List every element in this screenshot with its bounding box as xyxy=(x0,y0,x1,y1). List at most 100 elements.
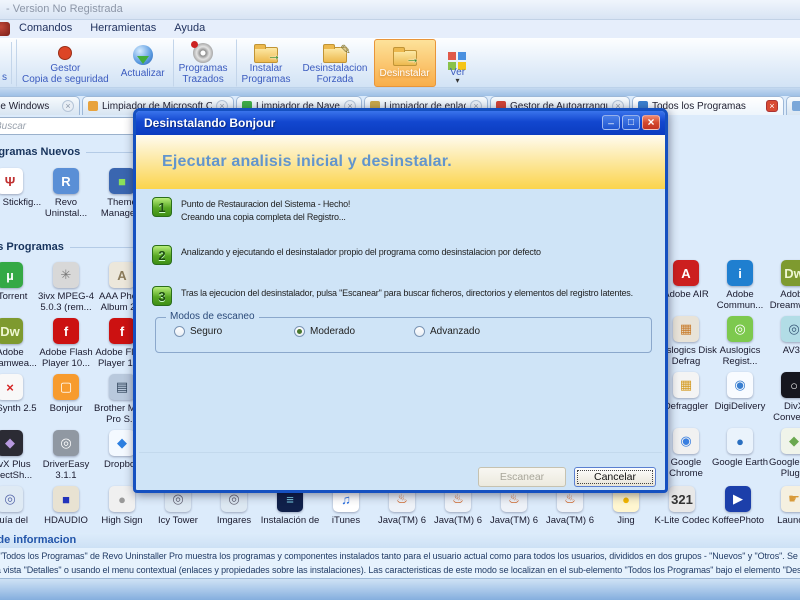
program-item[interactable]: Dw Adobe Dreamwea... xyxy=(0,316,38,372)
toolbar-button[interactable]: Actualizar ▾ xyxy=(115,39,171,87)
step-row: 1 Punto de Restauracion del Sistema - He… xyxy=(152,197,655,224)
program-item[interactable]: i Adobe Commun... xyxy=(713,258,767,314)
program-label: Revo Uninstal... xyxy=(44,197,88,219)
program-label: High Sign xyxy=(101,515,143,526)
program-icon: R xyxy=(53,168,79,194)
disc-icon xyxy=(191,40,214,63)
toolbar-button[interactable]: Gestor Copia de seguridad ▾ xyxy=(16,39,115,87)
program-icon: ● xyxy=(109,486,135,512)
program-item[interactable]: ◆ Google Talk Plugin xyxy=(767,426,800,482)
program-item[interactable]: ◎ DriverEasy 3.1.1 xyxy=(38,428,94,484)
program-item[interactable]: ◎ AV30 xyxy=(767,314,800,370)
folder-pencil-icon xyxy=(322,42,351,63)
program-icon: ◉ xyxy=(673,428,699,454)
radio-icon[interactable] xyxy=(294,326,305,337)
scan-mode-radio[interactable]: Seguro xyxy=(174,326,294,337)
program-item[interactable]: ○ DivX Converter xyxy=(767,370,800,426)
scan-mode-radio[interactable]: Moderado xyxy=(294,326,414,337)
program-icon: ◉ xyxy=(727,372,753,398)
scan-mode-radio[interactable]: Advanzado xyxy=(414,326,534,337)
tab-icon xyxy=(792,101,800,111)
program-icon: ● xyxy=(727,428,753,454)
folder-install-icon xyxy=(254,44,281,63)
program-label: iTunes xyxy=(331,515,361,526)
menu-item[interactable]: Herramientas xyxy=(81,20,165,38)
program-icon: ◎ xyxy=(53,430,79,456)
radio-icon[interactable] xyxy=(174,326,185,337)
programs-right-grid: A Adobe AIR i Adobe Commun... Dw Adobe D… xyxy=(655,258,800,482)
info-panel: Panel de informacion El modo "Todos los … xyxy=(0,533,800,578)
program-item[interactable]: ▶ KoffeePhoto xyxy=(710,484,766,540)
program-icon: Dw xyxy=(781,260,800,286)
globe-icon xyxy=(132,45,153,65)
dialog-steps: 1 Punto de Restauracion del Sistema - He… xyxy=(152,197,655,306)
program-label: DriverEasy 3.1.1 xyxy=(42,459,90,481)
program-item[interactable]: ● Google Earth xyxy=(712,426,768,482)
toolbar-button[interactable]: Instalar Programas ▾ xyxy=(235,39,297,87)
program-item[interactable]: Dw Adobe Dreamwe... xyxy=(767,258,800,314)
toolbar-button[interactable]: Programas Trazados ▾ xyxy=(172,39,234,87)
close-icon[interactable] xyxy=(642,115,660,130)
program-icon: × xyxy=(0,374,23,400)
program-label: Java(TM) 6 xyxy=(377,515,427,526)
program-label: Instalación de xyxy=(260,515,320,526)
tab-close-icon[interactable] xyxy=(62,100,74,112)
program-icon: f xyxy=(53,318,79,344)
window-titlebar: - Version No Registrada xyxy=(0,0,800,20)
cancel-button[interactable]: Cancelar xyxy=(574,467,656,487)
toolbar: s Gestor Copia de seguridad ▾ Actualizar… xyxy=(0,38,800,88)
program-item[interactable]: ✳ 3ivx MPEG-4 5.0.3 (rem... xyxy=(38,260,94,316)
program-icon: ◎ xyxy=(781,316,800,342)
program-label: Jing xyxy=(617,515,635,526)
dropdown-caret-icon[interactable]: ▾ xyxy=(456,76,460,85)
program-icon: Dw xyxy=(0,318,23,344)
program-item[interactable]: f Adobe Flash Player 10... xyxy=(38,316,94,372)
radio-icon[interactable] xyxy=(414,326,425,337)
menu-bar: Comandos Herramientas Ayuda xyxy=(0,20,800,38)
program-icon: A xyxy=(109,262,135,288)
program-icon: ▶ xyxy=(725,486,751,512)
scan-modes-groupbox: Modos de escaneo Seguro Moderado Advanza… xyxy=(155,311,652,353)
maximize-icon[interactable] xyxy=(622,115,640,130)
toolbar-button[interactable]: Desinstalacion Forzada ▾ xyxy=(296,39,373,87)
program-item[interactable]: ▢ Bonjour xyxy=(38,372,94,428)
program-label: Adobe Flash Player 10... xyxy=(39,347,93,369)
program-icon: ▦ xyxy=(673,372,699,398)
dialog-titlebar[interactable]: Desinstalando Bonjour xyxy=(136,111,665,135)
program-label: 3ivx MPEG-4 5.0.3 (rem... xyxy=(38,291,94,313)
toolbar-button[interactable]: Desinstalar ▾ xyxy=(373,39,436,87)
window-title: - Version No Registrada xyxy=(6,3,123,15)
menu-item[interactable]: Ayuda xyxy=(165,20,214,38)
tab[interactable]: Programas xyxy=(786,96,800,115)
program-label: Bonjour xyxy=(49,403,83,414)
program-icon: A xyxy=(673,260,699,286)
program-icon: ◎ xyxy=(727,316,753,342)
program-item[interactable]: × AviSynth 2.5 xyxy=(0,372,38,428)
program-icon: i xyxy=(727,260,753,286)
toolbar-partial-button[interactable]: s xyxy=(2,72,7,83)
minimize-icon[interactable] xyxy=(602,115,620,130)
program-item[interactable]: ■ HDAUDIO xyxy=(38,484,94,540)
program-item[interactable]: ◉ DigiDelivery xyxy=(713,370,767,426)
program-item[interactable]: ☛ Launc... xyxy=(766,484,800,540)
tab-close-icon[interactable] xyxy=(766,100,778,112)
program-label: Java(TM) 6 xyxy=(433,515,483,526)
menu-item[interactable]: Comandos xyxy=(10,20,81,38)
dialog-banner: Ejecutar analisis inicial y desinstalar. xyxy=(136,135,665,189)
program-item[interactable]: µ uTorrent xyxy=(0,260,38,316)
program-icon: f xyxy=(109,318,135,344)
program-item[interactable]: ◆ DivX Plus DirectSh... xyxy=(0,428,38,484)
program-icon: Ψ xyxy=(0,168,23,194)
program-item[interactable]: R Revo Uninstal... xyxy=(38,166,94,222)
tab[interactable]: Herramientas de Windows xyxy=(0,96,80,115)
program-item[interactable]: ◎ Guía del xyxy=(0,484,38,540)
status-bar xyxy=(0,578,800,600)
program-item[interactable]: Ψ Pivot Stickfig... xyxy=(0,166,41,222)
program-label: Java(TM) 6 xyxy=(545,515,595,526)
program-label: K-Lite Codec xyxy=(654,515,710,526)
program-label: DivX Converter xyxy=(773,401,800,423)
program-label: KoffeePhoto xyxy=(711,515,765,526)
program-item[interactable]: ◎ Auslogics Regist... xyxy=(713,314,767,370)
scan-button[interactable]: Escanear xyxy=(478,467,566,487)
toolbar-button[interactable]: Ver ▾ xyxy=(436,39,480,87)
